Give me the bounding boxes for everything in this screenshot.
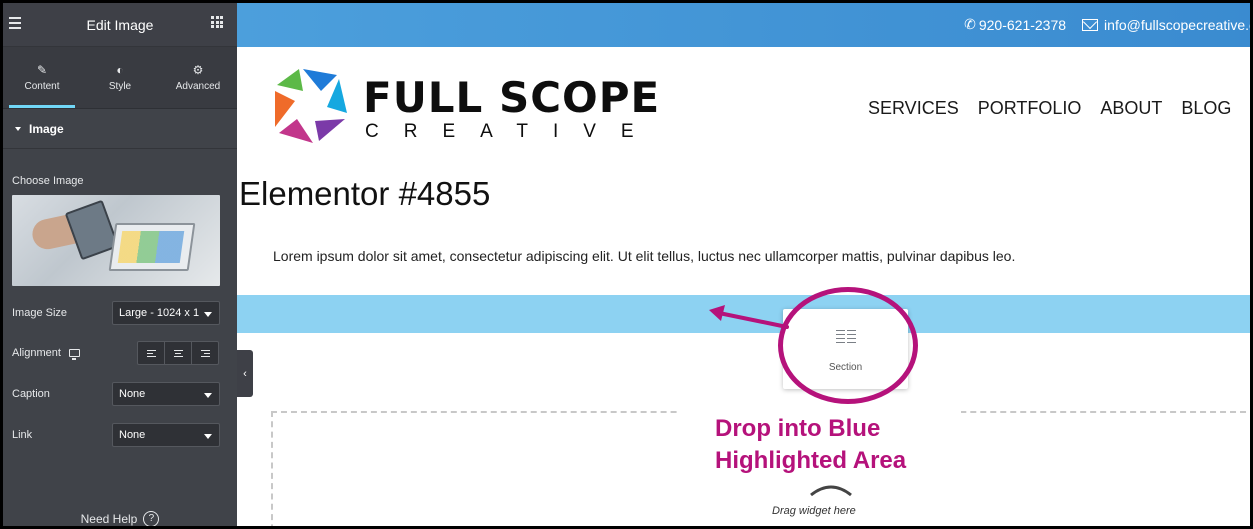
instruction-annotation: Drop into Blue Highlighted Area	[715, 413, 906, 477]
image-section-toggle[interactable]: Image	[3, 109, 237, 149]
image-thumbnail[interactable]	[12, 195, 220, 286]
align-right-button[interactable]	[192, 342, 218, 364]
gear-icon: ⚙	[192, 63, 204, 77]
tab-style[interactable]: ◐ Style	[81, 47, 159, 108]
image-size-value: Large - 1024 x 1	[119, 307, 200, 319]
dropdown-arrow-icon	[204, 393, 212, 398]
link-value: None	[119, 429, 146, 441]
align-left-button[interactable]	[138, 342, 165, 364]
sidebar-header: Edit Image	[3, 3, 237, 47]
brand-tagline: CREATIVE	[365, 121, 659, 142]
contact-info: ✆ 920-621-2378 info@fullscopecreative.c	[964, 16, 1250, 33]
phone-link[interactable]: 920-621-2378	[979, 17, 1066, 33]
link-select[interactable]: None	[112, 423, 220, 447]
image-size-label: Image Size	[12, 307, 68, 319]
full-scope-logo-icon[interactable]	[271, 65, 351, 145]
link-row: Link None	[12, 423, 220, 447]
nav-portfolio[interactable]: PORTFOLIO	[978, 98, 1082, 119]
section-widget-label: Section	[828, 361, 863, 373]
alignment-buttons	[137, 341, 219, 365]
caption-select[interactable]: None	[112, 382, 220, 406]
caption-row: Caption None	[12, 382, 220, 406]
tab-style-label: Style	[108, 81, 132, 92]
dragged-section-widget[interactable]: Section	[783, 309, 908, 389]
image-size-select[interactable]: Large - 1024 x 1	[112, 301, 220, 325]
section-columns-icon	[835, 329, 856, 346]
panel-tabs: ✎ Content ◐ Style ⚙ Advanced	[3, 47, 237, 109]
tab-advanced-label: Advanced	[175, 81, 221, 92]
nav-blog[interactable]: BLOG	[1181, 98, 1231, 119]
alignment-label: Alignment	[12, 347, 61, 359]
elementor-sidebar: Edit Image ✎ Content ◐ Style ⚙ Advanced …	[3, 3, 237, 526]
page-title: Elementor #4855	[239, 175, 491, 212]
drop-zone-highlight[interactable]	[237, 295, 1250, 333]
need-help-link[interactable]: Need Help ?	[3, 511, 237, 526]
panel-title: Edit Image	[86, 17, 154, 33]
question-circle-icon: ?	[143, 511, 160, 526]
brand-name: FULL SCOPE	[363, 73, 661, 122]
mail-icon	[1082, 18, 1099, 31]
link-label: Link	[12, 429, 33, 441]
dropdown-arrow-icon	[204, 312, 212, 317]
widgets-grid-icon[interactable]	[211, 16, 223, 28]
collapse-panel-button[interactable]: ‹	[237, 350, 253, 397]
add-circle-partial-icon	[810, 485, 852, 497]
annotation-line-2: Highlighted Area	[715, 447, 907, 474]
align-center-button[interactable]	[165, 342, 192, 364]
annotation-line-1: Drop into Blue	[715, 415, 881, 442]
alignment-row: Alignment	[12, 341, 220, 365]
pencil-icon: ✎	[36, 63, 48, 77]
phone-icon: ✆	[964, 16, 976, 32]
email-link[interactable]: info@fullscopecreative.c	[1104, 17, 1250, 33]
tab-advanced[interactable]: ⚙ Advanced	[159, 47, 237, 108]
caret-down-icon	[15, 126, 21, 131]
tab-content[interactable]: ✎ Content	[3, 47, 81, 108]
desktop-responsive-icon[interactable]	[68, 349, 80, 360]
body-paragraph: Lorem ipsum dolor sit amet, consectetur …	[273, 248, 1016, 264]
caption-value: None	[119, 388, 146, 400]
caption-label: Caption	[12, 388, 50, 400]
drag-widget-hint: Drag widget here	[772, 505, 856, 517]
contrast-icon: ◐	[116, 63, 124, 77]
image-size-row: Image Size Large - 1024 x 1	[12, 301, 220, 325]
site-topbar: ✆ 920-621-2378 info@fullscopecreative.c	[237, 3, 1250, 47]
need-help-label: Need Help	[80, 512, 138, 526]
tab-content-label: Content	[24, 81, 60, 92]
nav-services[interactable]: SERVICES	[868, 98, 959, 119]
screenshot-frame: Edit Image ✎ Content ◐ Style ⚙ Advanced …	[0, 0, 1253, 529]
choose-image-label: Choose Image	[12, 175, 84, 187]
chevron-left-icon: ‹	[243, 367, 247, 380]
dropdown-arrow-icon	[204, 434, 212, 439]
nav-about[interactable]: ABOUT	[1100, 98, 1162, 119]
main-nav: SERVICES PORTFOLIO ABOUT BLOG	[868, 98, 1231, 119]
section-title: Image	[29, 121, 64, 136]
